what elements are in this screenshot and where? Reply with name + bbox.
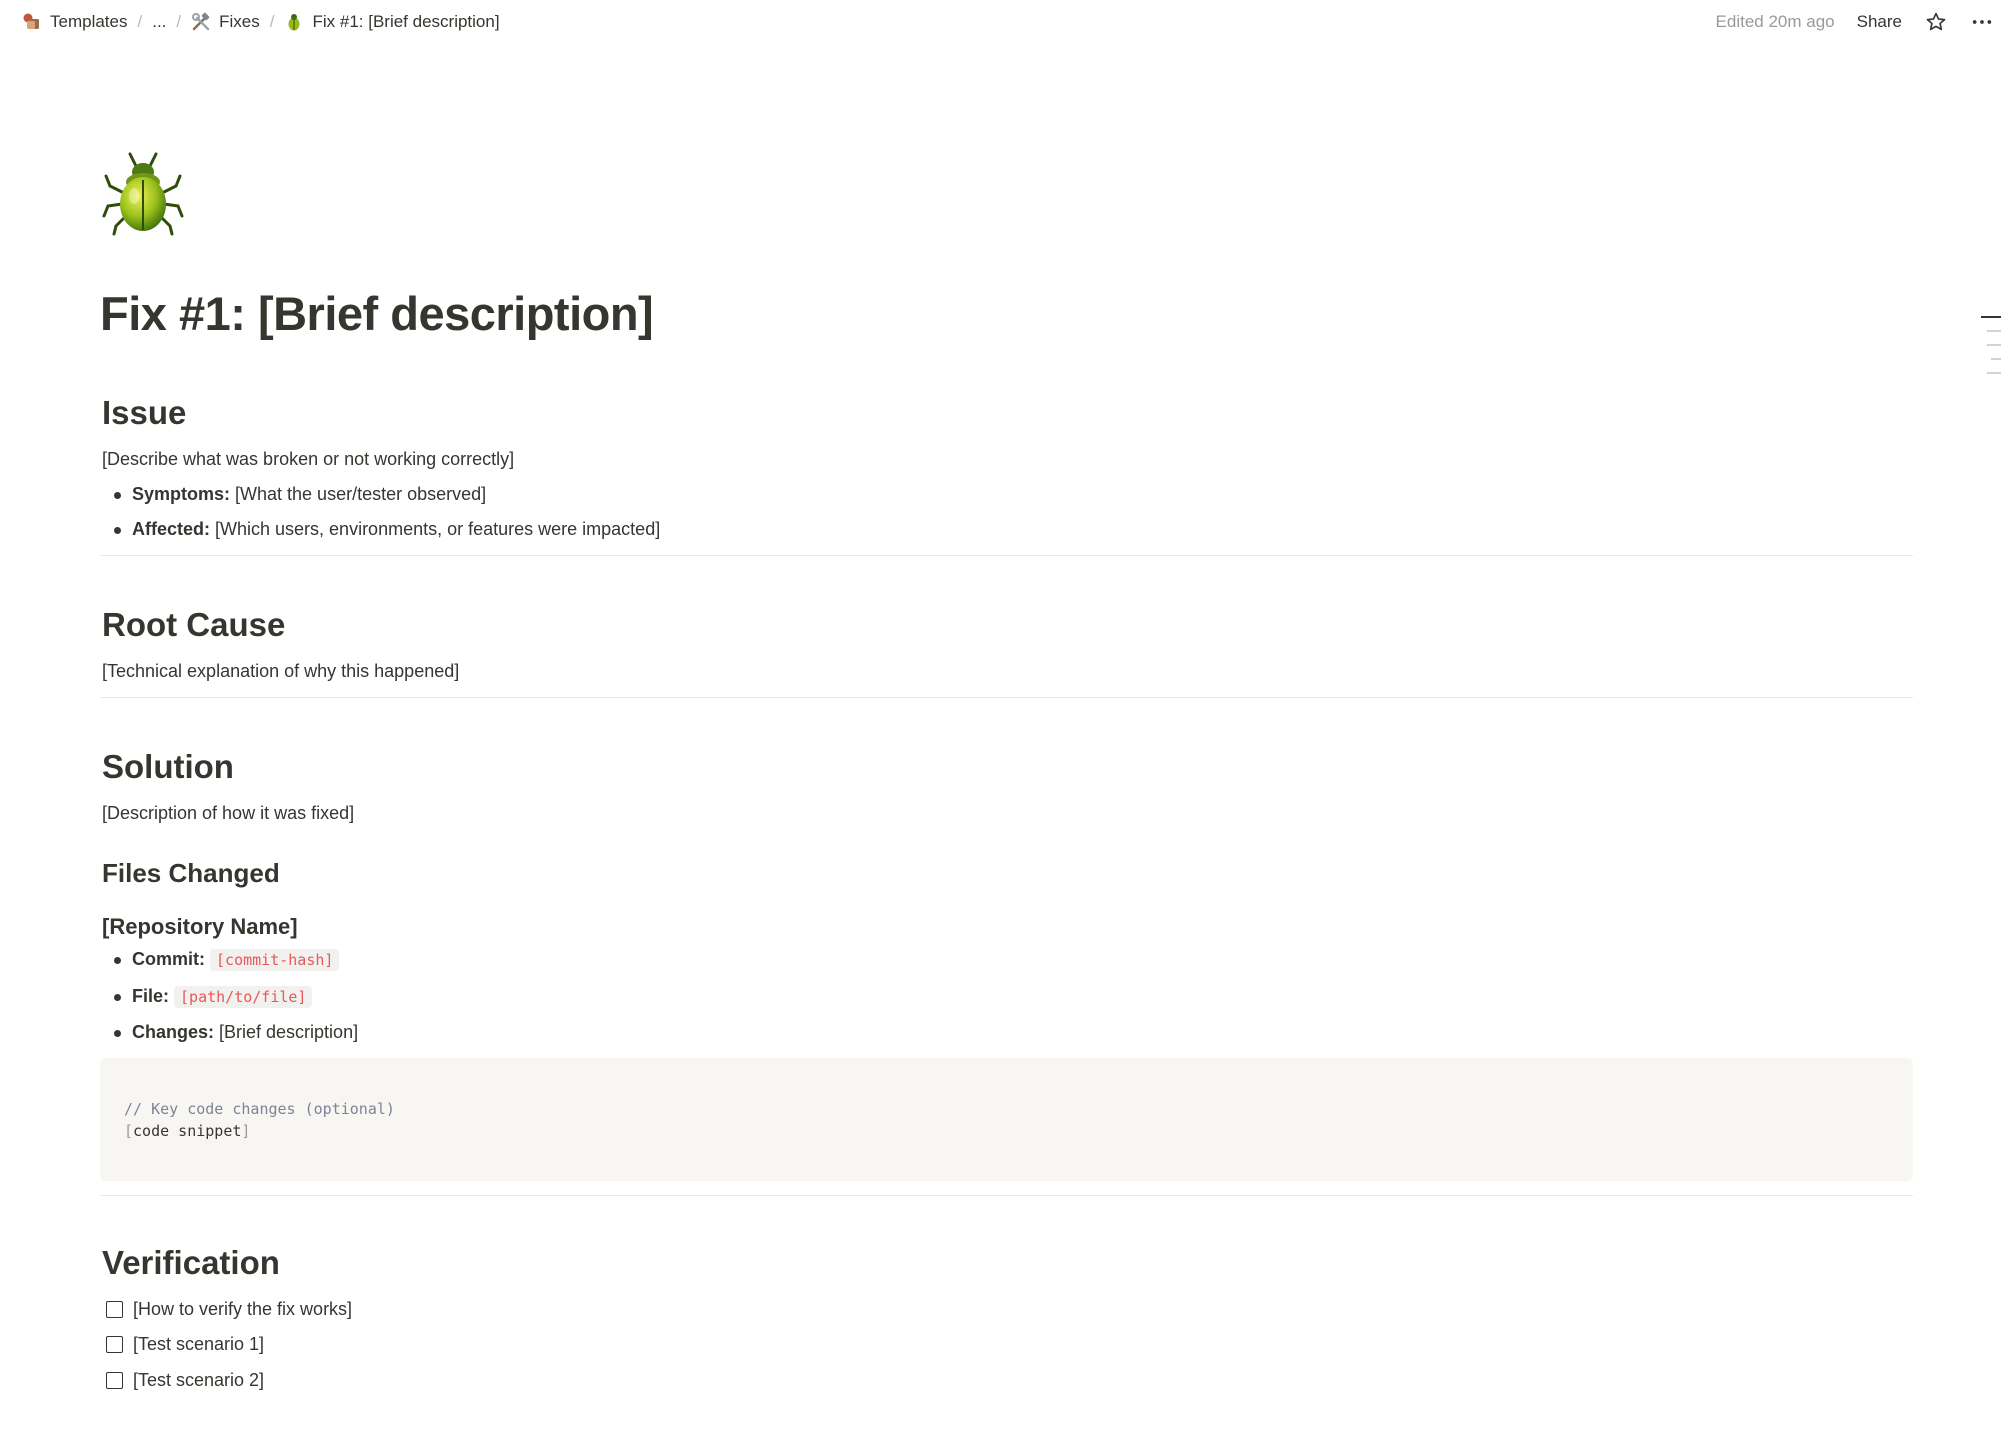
todo-checkbox[interactable] (106, 1371, 123, 1389)
file-path-code: [path/to/file] (174, 986, 313, 1008)
toc-line (1991, 358, 2001, 360)
files-changed-list: Commit: [commit-hash] File: [path/to/fil… (112, 946, 1913, 1045)
todo-checkbox[interactable] (106, 1335, 123, 1353)
bullet-label: Commit: (132, 949, 205, 969)
hammer-wrench-icon (191, 12, 211, 32)
share-button[interactable]: Share (1857, 12, 1902, 32)
issue-description[interactable]: [Describe what was broken or not working… (102, 446, 1913, 472)
breadcrumb-label: Fixes (219, 12, 260, 31)
breadcrumb-separator: / (176, 12, 182, 31)
toc-line (1981, 316, 2001, 318)
beetle-icon (284, 12, 304, 32)
list-item[interactable]: Changes: [Brief description] (112, 1019, 1913, 1045)
divider (100, 555, 1913, 556)
code-comment: // Key code changes (optional) (124, 1100, 395, 1118)
top-bar: Templates / ... / Fixes / Fix #1: [Brief… (0, 0, 2010, 44)
breadcrumb-label: Templates (50, 12, 128, 31)
heading-root-cause[interactable]: Root Cause (102, 606, 1913, 644)
list-item[interactable]: Symptoms: [What the user/tester observed… (112, 481, 1913, 507)
verification-todo-list: [How to verify the fix works] [Test scen… (100, 1296, 1913, 1393)
bullet-text: [What the user/tester observed] (230, 484, 487, 504)
divider (100, 1195, 1913, 1196)
toc-line (1987, 330, 2001, 332)
star-icon[interactable] (1924, 10, 1948, 34)
heading-solution[interactable]: Solution (102, 748, 1913, 786)
list-item[interactable]: File: [path/to/file] (112, 983, 1913, 1010)
todo-item: [Test scenario 1] (106, 1331, 1913, 1357)
breadcrumb-label: Fix #1: [Brief description] (312, 12, 500, 31)
more-horizontal-icon[interactable] (1970, 10, 1994, 34)
breadcrumb-ellipsis[interactable]: ... (148, 10, 170, 34)
bullet-text: [Brief description] (214, 1022, 359, 1042)
breadcrumb-separator: / (269, 12, 275, 31)
list-item[interactable]: Commit: [commit-hash] (112, 946, 1913, 973)
bullet-text: [Which users, environments, or features … (210, 519, 661, 539)
heading-issue[interactable]: Issue (102, 394, 1913, 432)
todo-text[interactable]: [Test scenario 2] (133, 1367, 264, 1393)
bullet-label: File: (132, 986, 170, 1006)
code-bracket: ] (241, 1122, 251, 1140)
todo-text[interactable]: [Test scenario 1] (133, 1331, 264, 1357)
bullet-label: Affected: (132, 519, 211, 539)
breadcrumb-fixes[interactable]: Fixes (187, 10, 264, 34)
breadcrumb-separator: / (137, 12, 143, 31)
issue-bullet-list: Symptoms: [What the user/tester observed… (112, 481, 1913, 542)
templates-stack-icon (22, 12, 42, 32)
toc-line (1987, 344, 2001, 346)
code-block[interactable]: // Key code changes (optional) [code sni… (100, 1058, 1913, 1181)
todo-checkbox[interactable] (106, 1300, 123, 1318)
breadcrumb-templates[interactable]: Templates (18, 10, 131, 34)
commit-hash-code: [commit-hash] (210, 949, 340, 971)
todo-item: [How to verify the fix works] (106, 1296, 1913, 1322)
divider (100, 697, 1913, 698)
todo-text[interactable]: [How to verify the fix works] (133, 1296, 352, 1322)
heading-verification[interactable]: Verification (102, 1244, 1913, 1282)
breadcrumb-label: ... (152, 12, 167, 31)
heading-files-changed[interactable]: Files Changed (102, 858, 1913, 889)
beetle-icon (102, 152, 184, 236)
page-content: Issue [Describe what was broken or not w… (100, 394, 1913, 1393)
root-cause-description[interactable]: [Technical explanation of why this happe… (102, 658, 1913, 684)
table-of-contents-indicator[interactable] (1981, 316, 2001, 386)
heading-repository-name[interactable]: [Repository Name] (102, 914, 1913, 940)
todo-item: [Test scenario 2] (106, 1367, 1913, 1393)
code-text: code snippet (133, 1122, 242, 1140)
code-line: [code snippet] (124, 1120, 1889, 1142)
breadcrumb: Templates / ... / Fixes / Fix #1: [Brief… (18, 10, 504, 34)
list-item[interactable]: Affected: [Which users, environments, or… (112, 516, 1913, 542)
page-icon[interactable] (100, 150, 186, 236)
solution-description[interactable]: [Description of how it was fixed] (102, 800, 1913, 826)
page-title[interactable]: Fix #1: [Brief description] (100, 286, 654, 341)
code-bracket: [ (124, 1122, 134, 1140)
bullet-label: Changes: (132, 1022, 215, 1042)
top-actions: Edited 20m ago Share (1716, 10, 1994, 34)
breadcrumb-current-page[interactable]: Fix #1: [Brief description] (280, 10, 503, 34)
edited-timestamp: Edited 20m ago (1715, 12, 1835, 31)
toc-line (1987, 372, 2001, 374)
bullet-label: Symptoms: (132, 484, 231, 504)
